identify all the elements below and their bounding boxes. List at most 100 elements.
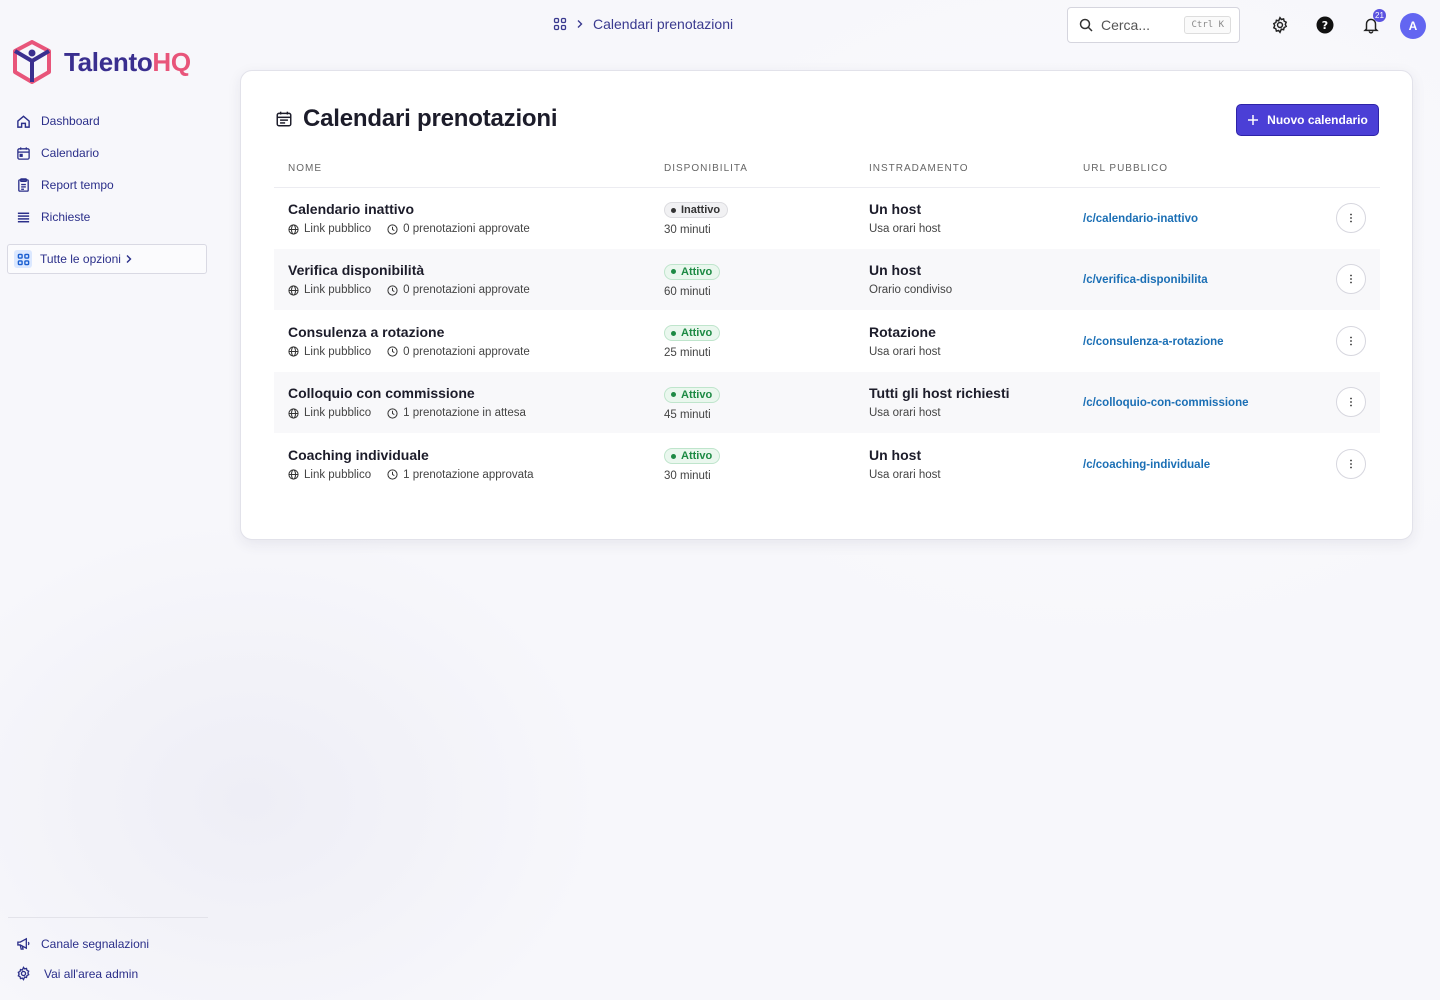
- cell-availability: Inattivo 30 minuti: [650, 187, 855, 249]
- sidebar-item-report-tempo[interactable]: Report tempo: [16, 174, 114, 196]
- status-badge: Attivo: [664, 263, 721, 280]
- calendar-name[interactable]: Consulenza a rotazione: [288, 324, 650, 340]
- chevron-right-icon: [577, 20, 583, 28]
- row-actions-button[interactable]: [1336, 448, 1366, 479]
- new-calendar-label: Nuovo calendario: [1267, 113, 1368, 127]
- public-url-link[interactable]: /c/calendario-inattivo: [1083, 213, 1198, 225]
- logo[interactable]: TalentoHQ: [12, 40, 191, 84]
- help-icon: ?: [1316, 16, 1334, 34]
- cell-availability: Attivo 60 minuti: [650, 248, 855, 310]
- sidebar-item-richieste[interactable]: Richieste: [16, 206, 114, 228]
- list-icon: [17, 212, 30, 222]
- new-calendar-button[interactable]: Nuovo calendario: [1236, 104, 1379, 136]
- clock-icon: [387, 408, 398, 419]
- cell-routing: Un host Usa orari host: [855, 187, 1069, 249]
- table-row[interactable]: Verifica disponibilità Link pubblico 0 p…: [274, 248, 1380, 310]
- status-label: Attivo: [681, 388, 713, 401]
- help-button[interactable]: ?: [1314, 14, 1336, 36]
- cell-routing: Un host Orario condiviso: [855, 248, 1069, 310]
- row-actions-button[interactable]: [1336, 325, 1366, 356]
- cell-actions: [1322, 433, 1380, 495]
- bookings-count: 0 prenotazioni approvate: [403, 284, 530, 297]
- cell-url: /c/consulenza-a-rotazione: [1069, 310, 1322, 372]
- public-url-link[interactable]: /c/colloquio-con-commissione: [1083, 397, 1249, 409]
- public-url-link[interactable]: /c/verifica-disponibilita: [1083, 274, 1208, 286]
- routing-type: Tutti gli host richiesti: [869, 385, 1010, 402]
- routing-type: Un host: [869, 201, 922, 217]
- duration: 60 minuti: [664, 285, 711, 298]
- search-input[interactable]: Cerca... Ctrl K: [1067, 7, 1240, 43]
- sidebar: TalentoHQ Dashboard Calendario Report te…: [0, 0, 215, 1000]
- clock-icon: [387, 285, 398, 296]
- globe-icon: [288, 346, 299, 357]
- bookings-count: 1 prenotazione approvata: [403, 468, 534, 481]
- table-row[interactable]: Calendario inattivo Link pubblico 0 pren…: [274, 187, 1380, 249]
- status-badge: Attivo: [664, 386, 721, 403]
- megaphone-icon: [17, 937, 30, 950]
- status-badge: Attivo: [664, 448, 721, 464]
- settings-button[interactable]: [1269, 14, 1291, 36]
- table-row[interactable]: Coaching individuale Link pubblico 1 pre…: [274, 433, 1380, 495]
- notifications-button[interactable]: 21: [1360, 9, 1386, 36]
- breadcrumb-current[interactable]: Calendari prenotazioni: [593, 16, 733, 32]
- cell-actions: [1322, 248, 1380, 310]
- plus-icon: [1248, 115, 1259, 125]
- table-row[interactable]: Consulenza a rotazione Link pubblico 0 p…: [274, 310, 1380, 372]
- apps-grid-icon[interactable]: [553, 17, 567, 31]
- calendar-meta: Link pubblico 1 prenotazione in attesa: [288, 407, 650, 419]
- clock-icon: [387, 223, 398, 235]
- bookings-count: 0 prenotazioni approvate: [403, 345, 530, 358]
- svg-text:?: ?: [1322, 19, 1328, 32]
- grid-icon: [14, 250, 32, 268]
- calendar-meta: Link pubblico 1 prenotazione approvata: [288, 469, 650, 481]
- routing-hours: Usa orari host: [869, 345, 941, 358]
- status-dot: [671, 392, 676, 397]
- column-header-nome: NOME: [274, 151, 650, 188]
- public-url-link[interactable]: /c/consulenza-a-rotazione: [1083, 336, 1224, 348]
- cell-url: /c/calendario-inattivo: [1069, 187, 1322, 249]
- cell-availability: Attivo 25 minuti: [650, 310, 855, 372]
- sidebar-item-label: Dashboard: [41, 114, 100, 128]
- bookings-count: 1 prenotazione in attesa: [403, 407, 526, 420]
- sidebar-item-calendario[interactable]: Calendario: [16, 142, 114, 164]
- calendars-table: NOME DISPONIBILITA INSTRADAMENTO URL PUB…: [274, 151, 1380, 495]
- all-options-button[interactable]: Tutte le opzioni: [7, 244, 207, 274]
- status-dot: [671, 453, 676, 459]
- duration: 25 minuti: [664, 347, 711, 359]
- cell-availability: Attivo 45 minuti: [650, 371, 855, 433]
- calendar-meta: Link pubblico 0 prenotazioni approvate: [288, 284, 650, 296]
- calendar-name[interactable]: Verifica disponibilità: [288, 262, 650, 278]
- routing-hours: Usa orari host: [869, 223, 941, 235]
- status-badge: Attivo: [664, 325, 721, 341]
- duration: 30 minuti: [664, 470, 711, 482]
- sidebar-item-label: Richieste: [41, 210, 91, 224]
- status-dot: [671, 269, 676, 274]
- avatar[interactable]: A: [1400, 13, 1426, 39]
- public-link-label: Link pubblico: [304, 468, 372, 481]
- duration: 45 minuti: [664, 408, 711, 421]
- more-vertical-icon: [1350, 213, 1352, 223]
- row-actions-button[interactable]: [1336, 387, 1366, 418]
- all-options-label: Tutte le opzioni: [40, 252, 121, 266]
- calendar-icon: [17, 146, 30, 160]
- row-actions-button[interactable]: [1336, 203, 1366, 233]
- sidebar-item-canale-segnalazioni[interactable]: Canale segnalazioni: [16, 936, 149, 951]
- cell-name: Verifica disponibilità Link pubblico 0 p…: [274, 248, 650, 310]
- sidebar-item-admin-area[interactable]: Vai all'area admin: [16, 966, 138, 981]
- public-link-label: Link pubblico: [304, 284, 372, 297]
- calendar-name[interactable]: Coaching individuale: [288, 447, 650, 463]
- row-actions-button[interactable]: [1336, 264, 1366, 295]
- bookings-count: 0 prenotazioni approvate: [403, 223, 530, 235]
- public-url-link[interactable]: /c/coaching-individuale: [1083, 459, 1210, 471]
- cell-routing: Tutti gli host richiesti Usa orari host: [855, 371, 1069, 433]
- calendar-meta: Link pubblico 0 prenotazioni approvate: [288, 223, 650, 235]
- calendar-name[interactable]: Calendario inattivo: [288, 201, 650, 217]
- sidebar-item-dashboard[interactable]: Dashboard: [16, 110, 114, 132]
- column-header-disponibilita: DISPONIBILITA: [650, 151, 855, 188]
- globe-icon: [288, 285, 299, 296]
- logo-text: TalentoHQ: [64, 46, 191, 77]
- calendar-name[interactable]: Colloquio con commissione: [288, 385, 650, 401]
- table-row[interactable]: Colloquio con commissione Link pubblico …: [274, 371, 1380, 433]
- column-header-actions: [1322, 151, 1380, 188]
- column-header-instradamento: INSTRADAMENTO: [855, 151, 1069, 188]
